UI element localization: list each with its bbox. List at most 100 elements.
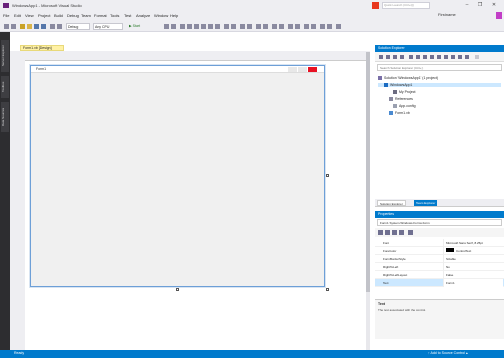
size-to-grid-icon[interactable] (231, 24, 236, 29)
center-vertically-icon[interactable] (263, 24, 268, 29)
toolbar-icon[interactable] (171, 24, 176, 29)
properties-icon[interactable] (444, 55, 448, 59)
tree-node-my-project[interactable]: My Project (393, 90, 416, 94)
menu-build[interactable]: Build (54, 13, 63, 18)
property-row[interactable]: Font Microsoft Sans Serif, 8.25pt (375, 239, 504, 247)
tree-node-solution[interactable]: Solution 'WindowsApp1' (1 project) (378, 76, 438, 80)
property-value[interactable]: Sizable (443, 255, 503, 263)
view-code-icon[interactable] (451, 55, 455, 59)
pending-changes-icon[interactable] (409, 55, 413, 59)
dropdown-icon[interactable] (475, 55, 479, 59)
preview-icon[interactable] (465, 55, 469, 59)
open-icon[interactable] (27, 24, 32, 29)
menu-team[interactable]: Team (81, 13, 91, 18)
toolbar-icon[interactable] (311, 24, 316, 29)
solution-platform-select[interactable]: Any CPU (93, 23, 123, 30)
tree-node-references[interactable]: References (389, 97, 413, 101)
toolbar-icon[interactable] (327, 24, 332, 29)
menu-project[interactable]: Project (38, 13, 50, 18)
toolbar-icon[interactable] (164, 24, 169, 29)
tab-team-explorer[interactable]: Team Explorer (414, 200, 438, 206)
align-top-icon[interactable] (201, 24, 206, 29)
menu-edit[interactable]: Edit (14, 13, 21, 18)
back-icon[interactable] (4, 24, 9, 29)
switch-views-icon[interactable] (400, 55, 404, 59)
toolbar-icon[interactable] (320, 24, 325, 29)
tree-node-form1[interactable]: Form1.vb (389, 111, 410, 115)
property-value[interactable]: False (443, 271, 503, 279)
back-icon[interactable] (379, 55, 383, 59)
align-bottom-icon[interactable] (215, 24, 220, 29)
scrollbar-thumb[interactable] (366, 52, 370, 292)
categorized-icon[interactable] (378, 230, 383, 235)
properties-object-select[interactable]: Form1 System.Windows.Forms.Form (377, 219, 502, 226)
close-button[interactable]: ✕ (489, 2, 499, 9)
menu-format[interactable]: Format (94, 13, 107, 18)
tab-solution-explorer[interactable]: Solution Explorer (377, 200, 406, 206)
toolbar-icon[interactable] (304, 24, 309, 29)
menu-tools[interactable]: Tools (110, 13, 119, 18)
menu-analyze[interactable]: Analyze (136, 13, 150, 18)
property-row[interactable]: FormBorderStyle Sizable (375, 255, 504, 263)
restore-button[interactable]: ❐ (475, 2, 485, 9)
events-icon[interactable] (399, 230, 404, 235)
toolbar-icon[interactable] (336, 24, 341, 29)
alphabetical-icon[interactable] (385, 230, 390, 235)
toolbar-icon[interactable] (295, 24, 300, 29)
server-explorer-tab[interactable]: Server Explorer (1, 40, 9, 72)
align-middle-icon[interactable] (208, 24, 213, 29)
toolbox-tab[interactable]: Toolbox (1, 76, 9, 98)
property-row-selected[interactable]: Text Form1 (375, 279, 504, 287)
data-sources-tab[interactable]: Data Sources (1, 102, 9, 132)
resize-handle-corner[interactable] (326, 288, 329, 291)
spacing-icon[interactable] (247, 24, 252, 29)
menu-window[interactable]: Window (154, 13, 168, 18)
tab-order-icon[interactable] (288, 24, 293, 29)
menu-help[interactable]: Help (170, 13, 178, 18)
tree-node-app-config[interactable]: App.config (393, 104, 416, 108)
menu-debug[interactable]: Debug (67, 13, 79, 18)
notification-flag-icon[interactable] (372, 2, 379, 9)
tree-node-project[interactable]: WindowsApp1 (378, 83, 501, 87)
resize-handle-bottom[interactable] (176, 288, 179, 291)
start-button[interactable]: ▶ Start (128, 23, 158, 30)
save-icon[interactable] (34, 24, 39, 29)
align-left-icon[interactable] (180, 24, 185, 29)
user-name[interactable]: Firstname (438, 12, 456, 17)
view-designer-icon[interactable] (458, 55, 462, 59)
align-center-icon[interactable] (187, 24, 192, 29)
tab-form1-design[interactable]: Form1.vb [Design] (20, 45, 64, 51)
menu-view[interactable]: View (25, 13, 34, 18)
property-row[interactable]: RightToLeftLayout False (375, 271, 504, 279)
forward-icon[interactable] (386, 55, 390, 59)
new-project-icon[interactable] (20, 24, 25, 29)
bring-to-front-icon[interactable] (272, 24, 277, 29)
same-size-icon[interactable] (224, 24, 229, 29)
undo-icon[interactable] (50, 24, 55, 29)
solution-explorer-search-input[interactable]: Search Solution Explorer (Ctrl+;) (377, 64, 502, 71)
property-value[interactable]: ControlText (443, 247, 503, 255)
property-pages-icon[interactable] (408, 230, 413, 235)
avatar[interactable] (496, 12, 502, 19)
home-icon[interactable] (393, 55, 397, 59)
send-to-back-icon[interactable] (279, 24, 284, 29)
minimize-button[interactable]: – (462, 2, 472, 9)
collapse-all-icon[interactable] (430, 55, 434, 59)
save-all-icon[interactable] (41, 24, 46, 29)
align-right-icon[interactable] (194, 24, 199, 29)
property-row[interactable]: ForeColor ControlText (375, 247, 504, 255)
property-value[interactable]: No (443, 263, 503, 271)
resize-handle-right[interactable] (326, 174, 329, 177)
show-all-files-icon[interactable] (437, 55, 441, 59)
menu-test[interactable]: Test (124, 13, 131, 18)
designer-scrollbar[interactable] (366, 52, 370, 350)
quick-launch-input[interactable]: Quick Launch (Ctrl+Q) (382, 2, 430, 9)
property-row[interactable]: RightToLeft No (375, 263, 504, 271)
property-value[interactable]: Form1 (443, 279, 503, 287)
source-control-button[interactable]: ↑ Add to Source Control ▴ (428, 351, 468, 355)
sync-icon[interactable] (416, 55, 420, 59)
properties-view-icon[interactable] (392, 230, 397, 235)
refresh-icon[interactable] (423, 55, 427, 59)
solution-configuration-select[interactable]: Debug (66, 23, 90, 30)
redo-icon[interactable] (57, 24, 62, 29)
